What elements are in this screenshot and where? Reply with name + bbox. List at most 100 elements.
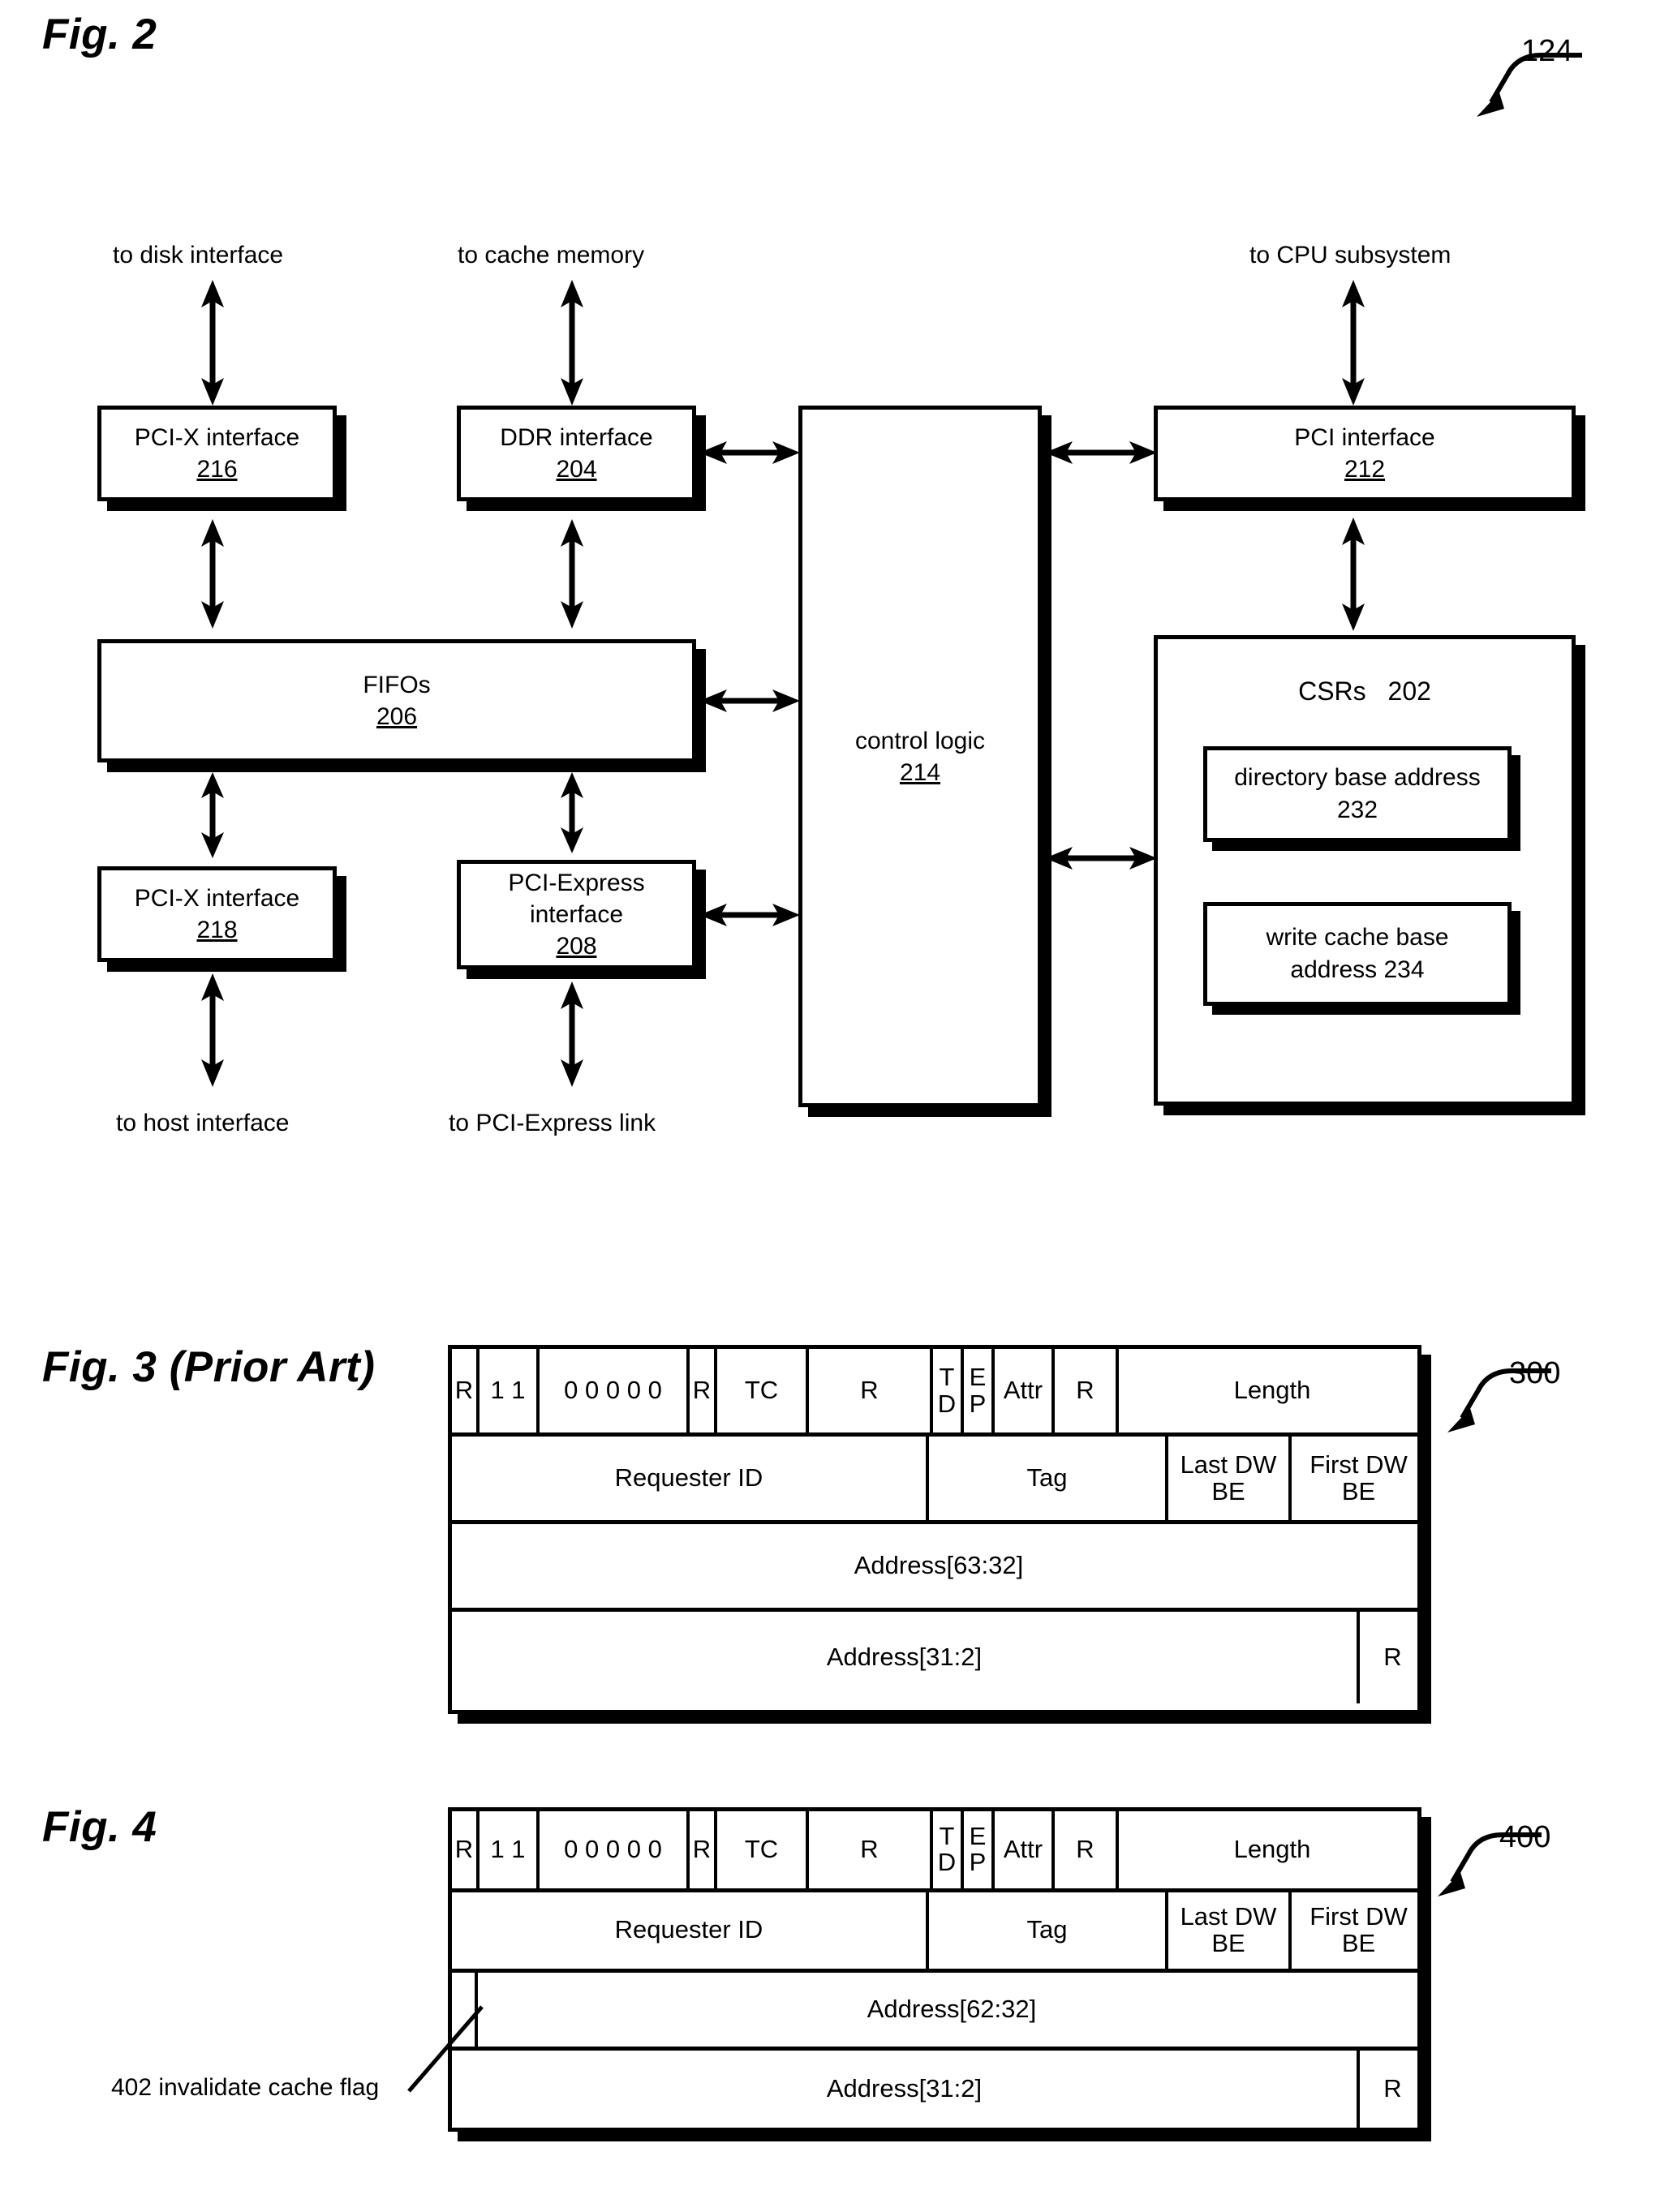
packet-field-label: P	[969, 1389, 987, 1418]
packet-field-label: E	[969, 1362, 987, 1391]
packet-field-cell: 0 0 0 0 0	[540, 1349, 690, 1432]
arrow-ddr204-to-fifos-icon	[561, 519, 583, 629]
packet-field-cell: R	[690, 1811, 717, 1888]
arrow-fifos-to-pcie208-icon	[561, 772, 583, 853]
packet-field-label: D	[937, 1848, 957, 1877]
packet-field-cell: R	[690, 1349, 717, 1432]
packet-field-cell: TC	[717, 1349, 809, 1432]
arrow-ddr204-to-control-icon	[699, 441, 800, 464]
block-csrs-202[interactable]: CSRs 202 directory base address 232 writ…	[1154, 635, 1576, 1106]
packet-field-cell: Address[63:32]	[854, 1551, 1024, 1580]
fig4-caption: Fig. 4	[42, 1803, 157, 1851]
packet-field-label: BE	[1341, 1928, 1376, 1957]
fig3-ref-number: 300	[1509, 1356, 1561, 1390]
packet-field-cell: 1 1	[480, 1349, 540, 1432]
packet-row: R1 10 0 0 0 0 R TC R T D E P Attr R Length	[452, 1349, 1417, 1437]
arrow-pcix216-to-fifos-icon	[201, 519, 224, 629]
fig4-packet-header-table: R1 10 0 0 0 0 R TC R T D E P Attr R Length Requeste…	[448, 1807, 1421, 2132]
packet-row: Requester ID Tag Last DW BE First DW BE	[452, 1892, 1417, 1973]
register-234-number-inline: 234	[1383, 956, 1425, 983]
packet-field-label: Last DW	[1180, 1450, 1277, 1479]
packet-row: Address[31:2] R	[452, 2050, 1417, 2128]
packet-row: Requester ID Tag Last DW BE First DW BE	[452, 1437, 1417, 1524]
packet-row: Address[63:32]	[452, 1524, 1417, 1612]
arrow-pci212-to-csrs-icon	[1342, 518, 1365, 631]
packet-field-label: Last DW	[1180, 1902, 1277, 1931]
packet-field-label: BE	[1211, 1476, 1245, 1505]
arrow-cache-to-ddr204-icon	[561, 280, 583, 406]
arrow-fifos-to-control-icon	[699, 689, 800, 712]
register-234-label: write cache base address 234	[1266, 921, 1448, 987]
packet-field-label: D	[937, 1389, 957, 1418]
packet-field-cell: R	[809, 1349, 933, 1432]
csrs-title-row: CSRs 202	[1158, 676, 1572, 707]
block-fifos-206[interactable]: FIFOs 206	[97, 639, 696, 762]
block-pcie-208-number: 208	[556, 933, 597, 960]
packet-field-cell: Length	[1233, 1834, 1311, 1863]
block-fifos-number: 206	[376, 703, 418, 730]
packet-field-label: First DW	[1310, 1902, 1408, 1931]
block-pcix-216-label: PCI-X interface	[134, 424, 300, 451]
packet-field-cell: R	[1383, 1643, 1402, 1672]
block-pcix-interface-216[interactable]: PCI-X interface 216	[97, 406, 337, 501]
block-ddr-204-number: 204	[556, 456, 597, 483]
port-label-pcie-link: to PCI-Express link	[449, 1110, 656, 1136]
register-232-number: 232	[1336, 797, 1378, 823]
port-label-host-interface: to host interface	[116, 1110, 290, 1136]
register-234-label-line1: write cache base	[1266, 923, 1449, 951]
packet-field-cell: R	[452, 1349, 480, 1432]
packet-field-cell: Length	[1233, 1376, 1311, 1405]
register-234-label-line2: address 234	[1290, 956, 1425, 983]
register-write-cache-base-address-234[interactable]: write cache base address 234	[1203, 902, 1512, 1006]
packet-field-cell: R	[1055, 1349, 1119, 1432]
fig4-ref-number: 400	[1499, 1820, 1551, 1854]
register-directory-base-address-232[interactable]: directory base address 232	[1203, 746, 1512, 842]
block-control-logic-number: 214	[899, 758, 941, 786]
packet-field-cell: Requester ID	[452, 1437, 929, 1520]
packet-field-cell: Attr	[995, 1811, 1055, 1888]
block-control-logic-214[interactable]: control logic 214	[798, 406, 1042, 1107]
block-pcix-216-number: 216	[196, 456, 238, 483]
arrow-control-to-csrs-icon	[1045, 847, 1157, 870]
packet-field-cell: Tag	[929, 1437, 1168, 1520]
block-control-logic-label: control logic	[854, 727, 986, 754]
packet-field-label: T	[939, 1821, 955, 1850]
block-pci-212-number: 212	[1344, 456, 1386, 483]
block-fifos-label: FIFOs	[363, 672, 431, 698]
packet-field-label: BE	[1341, 1476, 1376, 1505]
packet-field-cell: TD	[933, 1349, 964, 1432]
block-pci-interface-212[interactable]: PCI interface 212	[1154, 406, 1576, 501]
packet-field-cell: Tag	[929, 1892, 1168, 1969]
packet-field-cell: Last DW BE	[1168, 1437, 1292, 1520]
block-ddr-interface-204[interactable]: DDR interface 204	[457, 406, 696, 501]
packet-field-label: T	[939, 1362, 955, 1391]
arrow-pcix218-to-host-icon	[201, 973, 224, 1087]
packet-field-cell: Address[31:2]	[452, 1612, 1360, 1703]
port-label-cache-memory: to cache memory	[458, 242, 645, 268]
packet-field-cell: R	[1055, 1811, 1119, 1888]
packet-field-cell: 1 1	[480, 1811, 540, 1888]
port-label-disk-interface: to disk interface	[113, 242, 284, 268]
fig2-caption: Fig. 2	[42, 11, 157, 58]
block-pcix-interface-218[interactable]: PCI-X interface 218	[97, 866, 337, 962]
packet-field-cell: R	[809, 1811, 933, 1888]
arrow-disk-to-pcix216-icon	[201, 280, 224, 406]
packet-field-cell: EP	[964, 1349, 995, 1432]
arrow-pcie208-to-link-icon	[561, 981, 583, 1087]
packet-field-cell: First DW BE	[1292, 1892, 1426, 1969]
packet-field-label: E	[969, 1821, 987, 1850]
packet-field-cell: Last DW BE	[1168, 1892, 1292, 1969]
packet-field-label: First DW	[1310, 1450, 1408, 1479]
block-pcie-interface-208[interactable]: PCI-Express interface 208	[457, 860, 696, 969]
packet-row: Address[62:32]	[452, 1973, 1417, 2051]
packet-field-cell: TC	[717, 1811, 809, 1888]
block-pcix-218-label: PCI-X interface	[134, 885, 300, 912]
fig2-ref-number: 124	[1521, 34, 1573, 68]
csrs-title: CSRs	[1298, 676, 1366, 706]
packet-row: Address[31:2] R	[452, 1612, 1417, 1703]
packet-field-label: BE	[1211, 1928, 1245, 1957]
fig3-packet-header-table: R1 10 0 0 0 0 R TC R T D E P Attr R Length Requeste…	[448, 1345, 1421, 1714]
packet-field-cell: R	[452, 1811, 480, 1888]
arrow-control-to-pci212-icon	[1045, 441, 1157, 464]
block-pcix-218-number: 218	[196, 917, 238, 943]
